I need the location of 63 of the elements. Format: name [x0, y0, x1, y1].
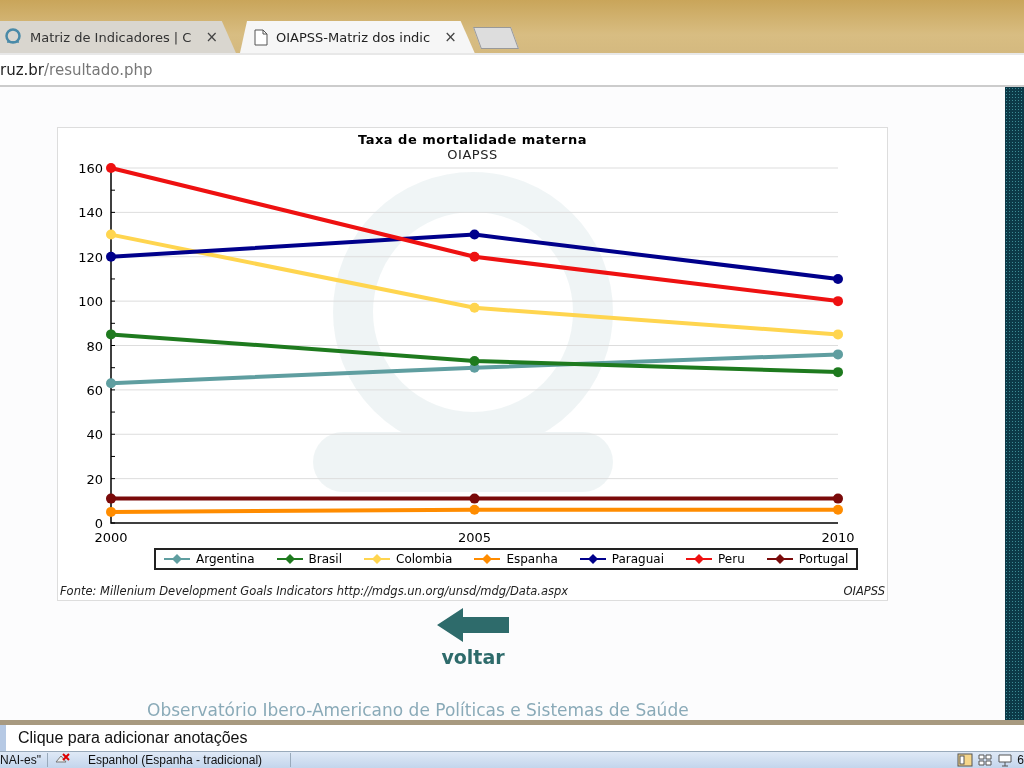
tab-title: Matriz de Indicadores | C [30, 29, 192, 45]
legend-label: Portugal [798, 552, 849, 566]
data-point [469, 493, 480, 504]
y-tick-label: 80 [86, 338, 103, 354]
data-point [469, 302, 480, 313]
data-point [106, 329, 116, 340]
source-note: Fonte: Millenium Development Goals Indicators http://mdgs.un.org/unsd/mdg/Data.aspx [60, 584, 569, 598]
close-icon[interactable]: × [205, 28, 218, 46]
browser-tab[interactable]: Matriz de Indicadores | C × [0, 21, 236, 53]
x-tick-label: 2000 [94, 530, 128, 545]
data-point [833, 493, 843, 504]
legend-label: Espanha [506, 552, 558, 566]
data-point [833, 349, 843, 360]
y-tick-label: 160 [78, 162, 103, 176]
y-tick-label: 120 [78, 249, 103, 265]
url-text: ruz.br/resultado.php [0, 61, 153, 79]
data-point [833, 504, 843, 515]
legend-label: Paraguai [611, 552, 664, 566]
left-arrow-icon [437, 608, 509, 642]
data-point [833, 273, 843, 284]
page-icon [253, 28, 268, 46]
y-tick-label: 60 [86, 382, 103, 398]
x-tick-label: 2010 [821, 530, 855, 545]
data-point [469, 229, 480, 240]
data-point [106, 229, 116, 240]
data-point [833, 367, 843, 378]
data-point [833, 296, 843, 307]
data-point [469, 356, 480, 367]
theme-name: NAI-es" [0, 753, 41, 767]
browser-tab[interactable]: OIAPSS-Matriz dos indic × [239, 21, 475, 53]
y-tick-label: 20 [86, 471, 103, 487]
address-bar[interactable]: ruz.br/resultado.php [0, 53, 1024, 87]
data-point [469, 251, 480, 262]
legend-label: Argentina [196, 552, 255, 566]
tab-title: OIAPSS-Matriz dos indic [275, 29, 431, 45]
chart-credit: OIAPSS [843, 584, 885, 598]
legend-label: Brasil [308, 552, 342, 566]
language-label[interactable]: Espanhol (Espanha - tradicional) [87, 753, 263, 767]
chart-title: Taxa de mortalidade materna [356, 132, 589, 147]
site-footer-text: Observatório Ibero-Americano de Políticas e Sistemas de Saúde [147, 700, 690, 720]
data-point [106, 251, 116, 262]
normal-view-icon[interactable] [957, 753, 974, 767]
data-point [833, 329, 843, 340]
y-tick-label: 40 [86, 427, 103, 443]
grid-view-icon[interactable] [977, 753, 994, 767]
data-point [106, 493, 116, 504]
data-point [106, 506, 116, 517]
chart-subtitle: OIAPSS [446, 147, 499, 162]
y-tick-label: 0 [94, 516, 103, 531]
zoom-level: 6 [1017, 753, 1024, 767]
y-tick-label: 140 [78, 205, 103, 221]
back-link[interactable]: voltar [437, 608, 509, 668]
data-point [469, 504, 480, 515]
y-tick-label: 100 [78, 294, 103, 310]
legend-label: Peru [718, 552, 745, 566]
data-point [106, 378, 116, 389]
slideshow-icon[interactable] [997, 753, 1014, 767]
close-icon[interactable]: × [444, 28, 457, 46]
legend-label: Colombia [396, 552, 453, 566]
data-point [106, 163, 116, 173]
globe-swirl-icon [4, 28, 22, 46]
x-tick-label: 2005 [457, 530, 492, 545]
new-tab-button[interactable] [472, 27, 519, 49]
